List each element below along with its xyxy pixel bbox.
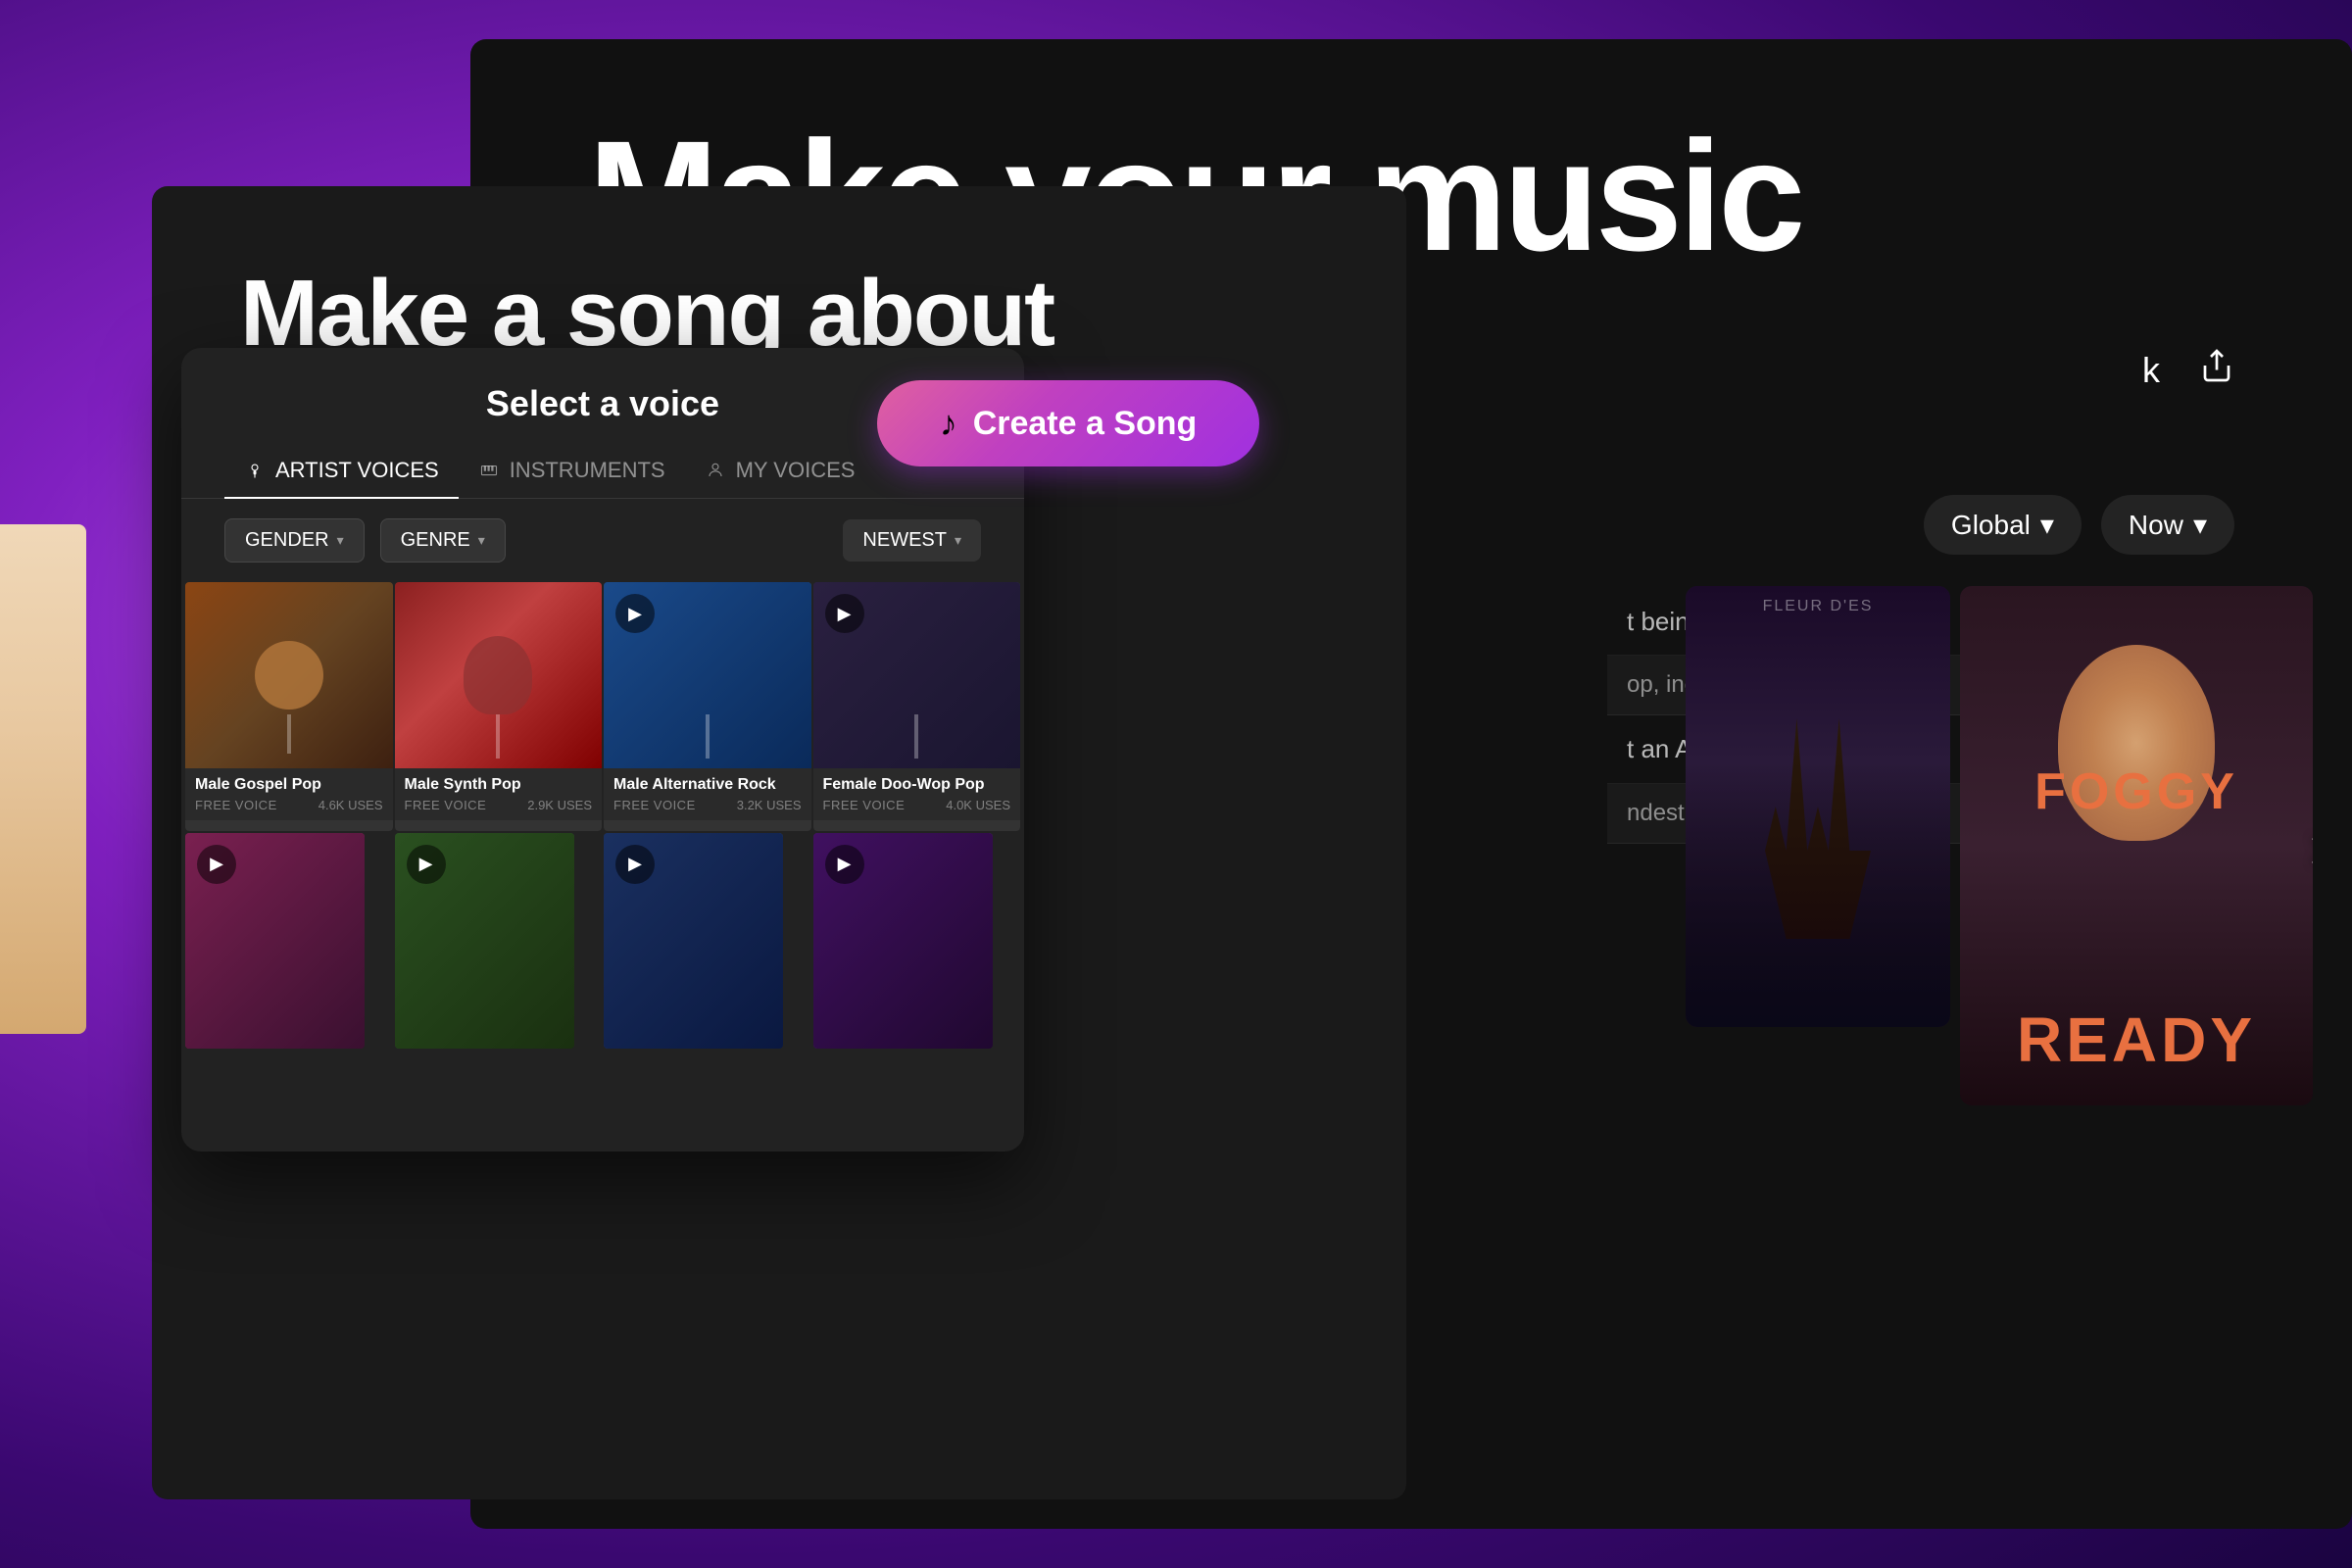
- voice-card-4-badge: FREE VOICE: [823, 798, 906, 812]
- filter-pills: Global ▾ Now ▾: [1924, 495, 2234, 555]
- voice-card-8[interactable]: ▶: [813, 833, 993, 1049]
- voice-card-2[interactable]: Male Synth Pop FREE VOICE 2.9K USES: [395, 582, 603, 831]
- gender-filter-label: GENDER: [245, 529, 329, 552]
- genre-filter-label: GENRE: [401, 529, 470, 552]
- top-bar: k: [2142, 348, 2234, 393]
- voice-card-3-name: Male Alternative Rock: [613, 776, 802, 794]
- tab-artist-voices[interactable]: ARTIST VOICES: [224, 444, 459, 499]
- ready-text: READY: [1960, 1004, 2313, 1076]
- genre-filter[interactable]: GENRE ▾: [380, 518, 506, 563]
- voice-card-4-uses: 4.0K USES: [946, 798, 1010, 812]
- chevron-down-icon: ▾: [2040, 509, 2054, 541]
- person-icon: [705, 460, 726, 481]
- filter-bar: GENDER ▾ GENRE ▾ NEWEST ▾: [181, 499, 1024, 582]
- now-label: Now: [2129, 510, 2183, 541]
- voice-modal: Select a voice × ARTIST VOICES INSTRUMEN…: [181, 348, 1024, 1152]
- play-icon[interactable]: ▶: [407, 845, 446, 884]
- gender-filter[interactable]: GENDER ▾: [224, 518, 365, 563]
- voice-grid: Male Gospel Pop FREE VOICE 4.6K USES Mal…: [181, 582, 1024, 1049]
- voice-card-3[interactable]: ▶ Male Alternative Rock FREE VOICE 3.2K …: [604, 582, 811, 831]
- voice-card-4-name: Female Doo-Wop Pop: [823, 776, 1011, 794]
- fleur-label: FLEUR D'ES: [1686, 598, 1950, 615]
- sort-label: NEWEST: [862, 529, 947, 552]
- share-icon[interactable]: [2199, 348, 2234, 393]
- play-icon[interactable]: ▶: [825, 845, 864, 884]
- sort-button[interactable]: NEWEST ▾: [843, 519, 981, 562]
- voice-card-7-image: ▶: [604, 833, 783, 1049]
- voice-card-2-name: Male Synth Pop: [405, 776, 593, 794]
- play-icon[interactable]: ▶: [615, 845, 655, 884]
- back-label: k: [2142, 350, 2160, 391]
- voice-card-5-image: ▶: [185, 833, 365, 1049]
- global-label: Global: [1951, 510, 2031, 541]
- tab-artist-voices-label: ARTIST VOICES: [275, 458, 439, 483]
- voice-card-3-uses: 3.2K USES: [737, 798, 802, 812]
- album-card: 3:17 FOGGY READY ›: [1960, 586, 2313, 1105]
- fleur-card: FLEUR D'ES: [1686, 586, 1950, 1027]
- microphone-icon: [244, 460, 266, 481]
- voice-card-4-image: ▶: [813, 582, 1021, 768]
- foggy-text: FOGGY: [1960, 762, 2313, 821]
- now-filter[interactable]: Now ▾: [2101, 495, 2234, 555]
- chevron-down-icon: ▾: [478, 532, 485, 549]
- tab-instruments[interactable]: INSTRUMENTS: [459, 444, 685, 499]
- tab-my-voices-label: MY VOICES: [736, 458, 856, 483]
- voice-card-1-image: [185, 582, 393, 768]
- play-icon[interactable]: ▶: [197, 845, 236, 884]
- tab-my-voices[interactable]: MY VOICES: [685, 444, 875, 499]
- voice-card-6[interactable]: ▶: [395, 833, 574, 1049]
- global-filter[interactable]: Global ▾: [1924, 495, 2082, 555]
- voice-card-2-uses: 2.9K USES: [527, 798, 592, 812]
- chevron-down-icon: ▾: [955, 532, 961, 549]
- voice-card-2-badge: FREE VOICE: [405, 798, 487, 812]
- voice-card-5[interactable]: ▶: [185, 833, 365, 1049]
- play-icon[interactable]: ▶: [825, 594, 864, 633]
- tab-instruments-label: INSTRUMENTS: [510, 458, 665, 483]
- create-song-label: Create a Song: [973, 405, 1198, 443]
- music-note-icon: ♪: [940, 403, 957, 444]
- voice-card-1-badge: FREE VOICE: [195, 798, 277, 812]
- piano-icon: [478, 460, 500, 481]
- modal-title: Select a voice: [260, 383, 946, 424]
- next-arrow[interactable]: ›: [2310, 809, 2313, 882]
- play-icon[interactable]: ▶: [615, 594, 655, 633]
- voice-card-8-image: ▶: [813, 833, 993, 1049]
- voice-card-2-image: [395, 582, 603, 768]
- voice-card-1-uses: 4.6K USES: [318, 798, 383, 812]
- voice-card-4[interactable]: ▶ Female Doo-Wop Pop FREE VOICE 4.0K USE…: [813, 582, 1021, 831]
- create-song-button[interactable]: ♪ Create a Song: [877, 380, 1259, 466]
- voice-card-6-image: ▶: [395, 833, 574, 1049]
- voice-card-1[interactable]: Male Gospel Pop FREE VOICE 4.6K USES: [185, 582, 393, 831]
- voice-card-7[interactable]: ▶: [604, 833, 783, 1049]
- chevron-down-icon: ▾: [2193, 509, 2207, 541]
- voice-card-3-badge: FREE VOICE: [613, 798, 696, 812]
- person-figure: [0, 524, 86, 1034]
- voice-card-1-name: Male Gospel Pop: [195, 776, 383, 794]
- voice-card-3-image: ▶: [604, 582, 811, 768]
- chevron-down-icon: ▾: [337, 532, 344, 549]
